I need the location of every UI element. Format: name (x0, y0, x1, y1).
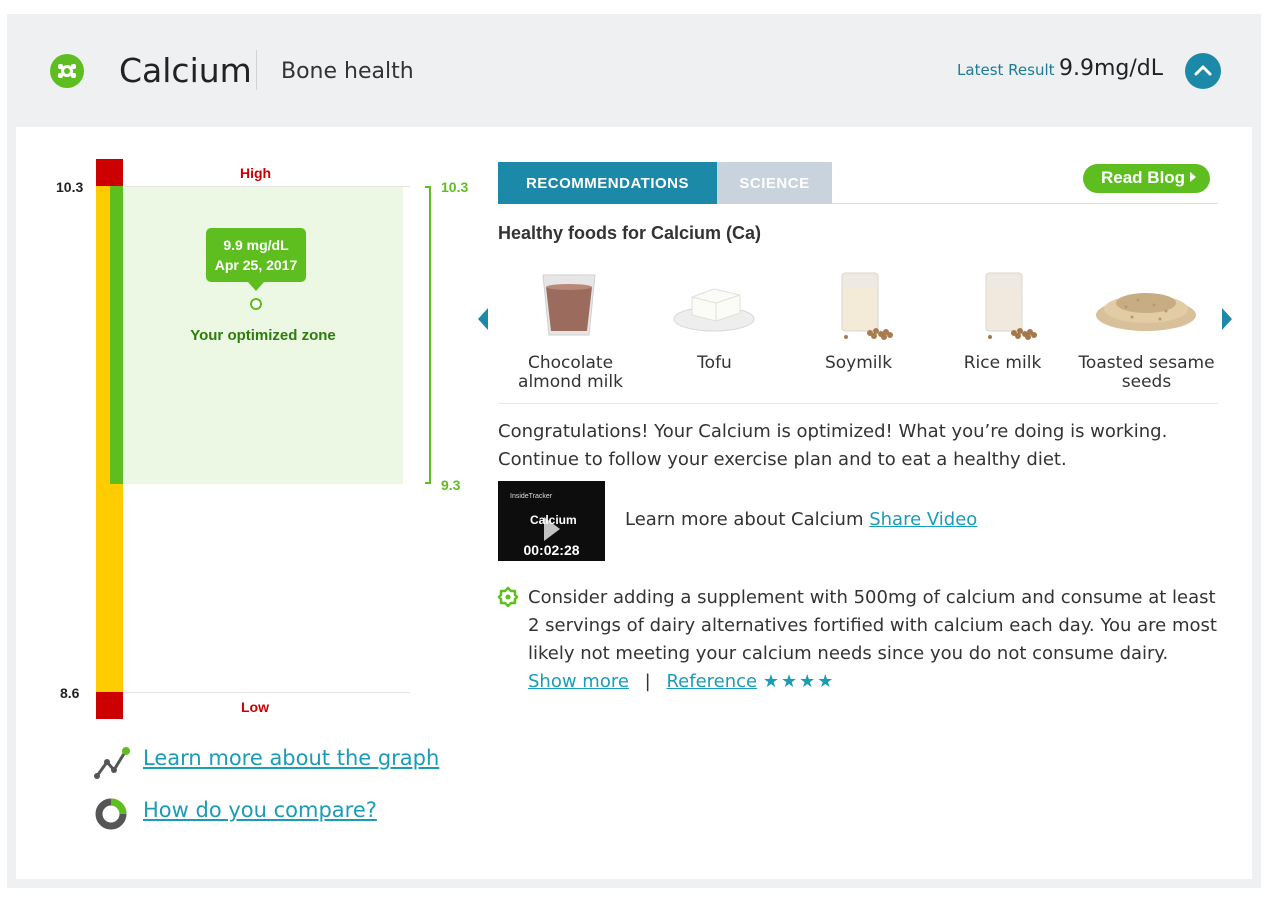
video-thumbnail[interactable]: InsideTracker Calcium 00:02:28 (498, 481, 605, 561)
food-name: Chocolate almond milk (518, 353, 623, 392)
status-message: Congratulations! Your Calcium is optimiz… (498, 421, 1168, 470)
result-marker[interactable] (250, 298, 262, 310)
soymilk-image (786, 267, 931, 347)
gauge-bottom-line (123, 692, 410, 693)
video-caption: Learn more about Calcium Share Video (625, 509, 977, 530)
carousel-prev-icon[interactable] (478, 308, 488, 330)
video-caption-text: Learn more about Calcium (625, 509, 864, 530)
high-label: High (240, 165, 272, 181)
gauge-low-bar (96, 692, 123, 719)
food-name: Tofu (697, 353, 732, 373)
reference-link[interactable]: Reference (666, 671, 757, 692)
sesame-seeds-image (1074, 267, 1219, 347)
tab-recommendations[interactable]: RECOMMENDATIONS (498, 162, 717, 204)
tofu-image (642, 267, 787, 347)
range-gauge: 10.3 8.6 High Low 10.3 9.3 9.9 mg/dL Apr… (16, 127, 496, 737)
tab-science[interactable]: SCIENCE (717, 162, 832, 204)
read-blog-label: Read Blog (1101, 168, 1186, 187)
food-name: Toasted sesame seeds (1078, 353, 1215, 392)
latest-result: Latest Result 9.9mg/dL (957, 56, 1163, 81)
low-label: Low (241, 699, 269, 715)
biomarker-panel: Calcium Bone health Latest Result 9.9mg/… (7, 14, 1261, 888)
food-item[interactable]: Chocolate almond milk (498, 267, 643, 392)
gauge-min-label: 8.6 (60, 685, 80, 701)
supplement-text: Consider adding a supplement with 500mg … (528, 587, 1217, 664)
video-duration: 00:02:28 (523, 542, 580, 558)
biomarker-title: Calcium (119, 51, 252, 90)
supplement-icon (497, 586, 519, 608)
result-tooltip-value: 9.9 mg/dL (223, 237, 289, 253)
result-tooltip: 9.9 mg/dL Apr 25, 2017 (206, 228, 306, 282)
chevron-up-icon (1194, 65, 1212, 76)
supplement-recommendation: Consider adding a supplement with 500mg … (528, 584, 1220, 696)
food-item[interactable]: Tofu (642, 267, 787, 373)
food-name: Soymilk (824, 353, 893, 373)
biomarker-header[interactable]: Calcium Bone health Latest Result 9.9mg/… (7, 14, 1261, 126)
optimized-zone-label: Your optimized zone (190, 327, 336, 344)
gauge-top-line (123, 186, 410, 187)
carousel-next-icon[interactable] (1222, 308, 1232, 330)
latest-result-value: 9.9mg/dL (1058, 56, 1163, 81)
learn-graph-link[interactable]: Learn more about the graph (143, 746, 439, 770)
result-tooltip-date: Apr 25, 2017 (214, 257, 298, 273)
tooltip-pointer (248, 282, 264, 291)
foods-divider (498, 403, 1218, 404)
header-divider (256, 50, 257, 90)
gauge-optimal-bar (110, 186, 123, 484)
play-icon (544, 517, 560, 541)
show-more-link[interactable]: Show more (528, 671, 629, 692)
share-video-link[interactable]: Share Video (869, 509, 977, 530)
bone-health-icon (50, 54, 84, 88)
optimal-range-bracket (425, 186, 431, 484)
collapse-button[interactable] (1185, 53, 1221, 89)
video-brand: InsideTracker (510, 493, 553, 500)
caret-right-icon (1190, 172, 1197, 182)
food-item[interactable]: Soymilk (786, 267, 931, 373)
food-item[interactable]: Toasted sesame seeds (1074, 267, 1219, 392)
gauge-high-bar (96, 159, 123, 186)
gauge-max-label: 10.3 (56, 179, 84, 195)
food-name: Rice milk (963, 353, 1042, 373)
chocolate-almond-milk-image (498, 267, 643, 347)
link-separator: | (644, 671, 651, 692)
biomarker-card: 10.3 8.6 High Low 10.3 9.3 9.9 mg/dL Apr… (16, 127, 1252, 879)
food-item[interactable]: Rice milk (930, 267, 1075, 373)
evidence-stars: ★★★★ (762, 671, 836, 692)
read-blog-button[interactable]: Read Blog (1083, 164, 1210, 193)
rice-milk-image (930, 267, 1075, 347)
foods-title: Healthy foods for Calcium (Ca) (498, 223, 762, 243)
optimal-max-label: 10.3 (441, 179, 469, 195)
latest-result-label: Latest Result (957, 61, 1055, 79)
optimal-min-label: 9.3 (441, 477, 461, 493)
compare-donut-icon (95, 798, 127, 830)
graph-icon (94, 747, 130, 779)
biomarker-category: Bone health (281, 59, 414, 84)
compare-link[interactable]: How do you compare? (143, 798, 377, 822)
